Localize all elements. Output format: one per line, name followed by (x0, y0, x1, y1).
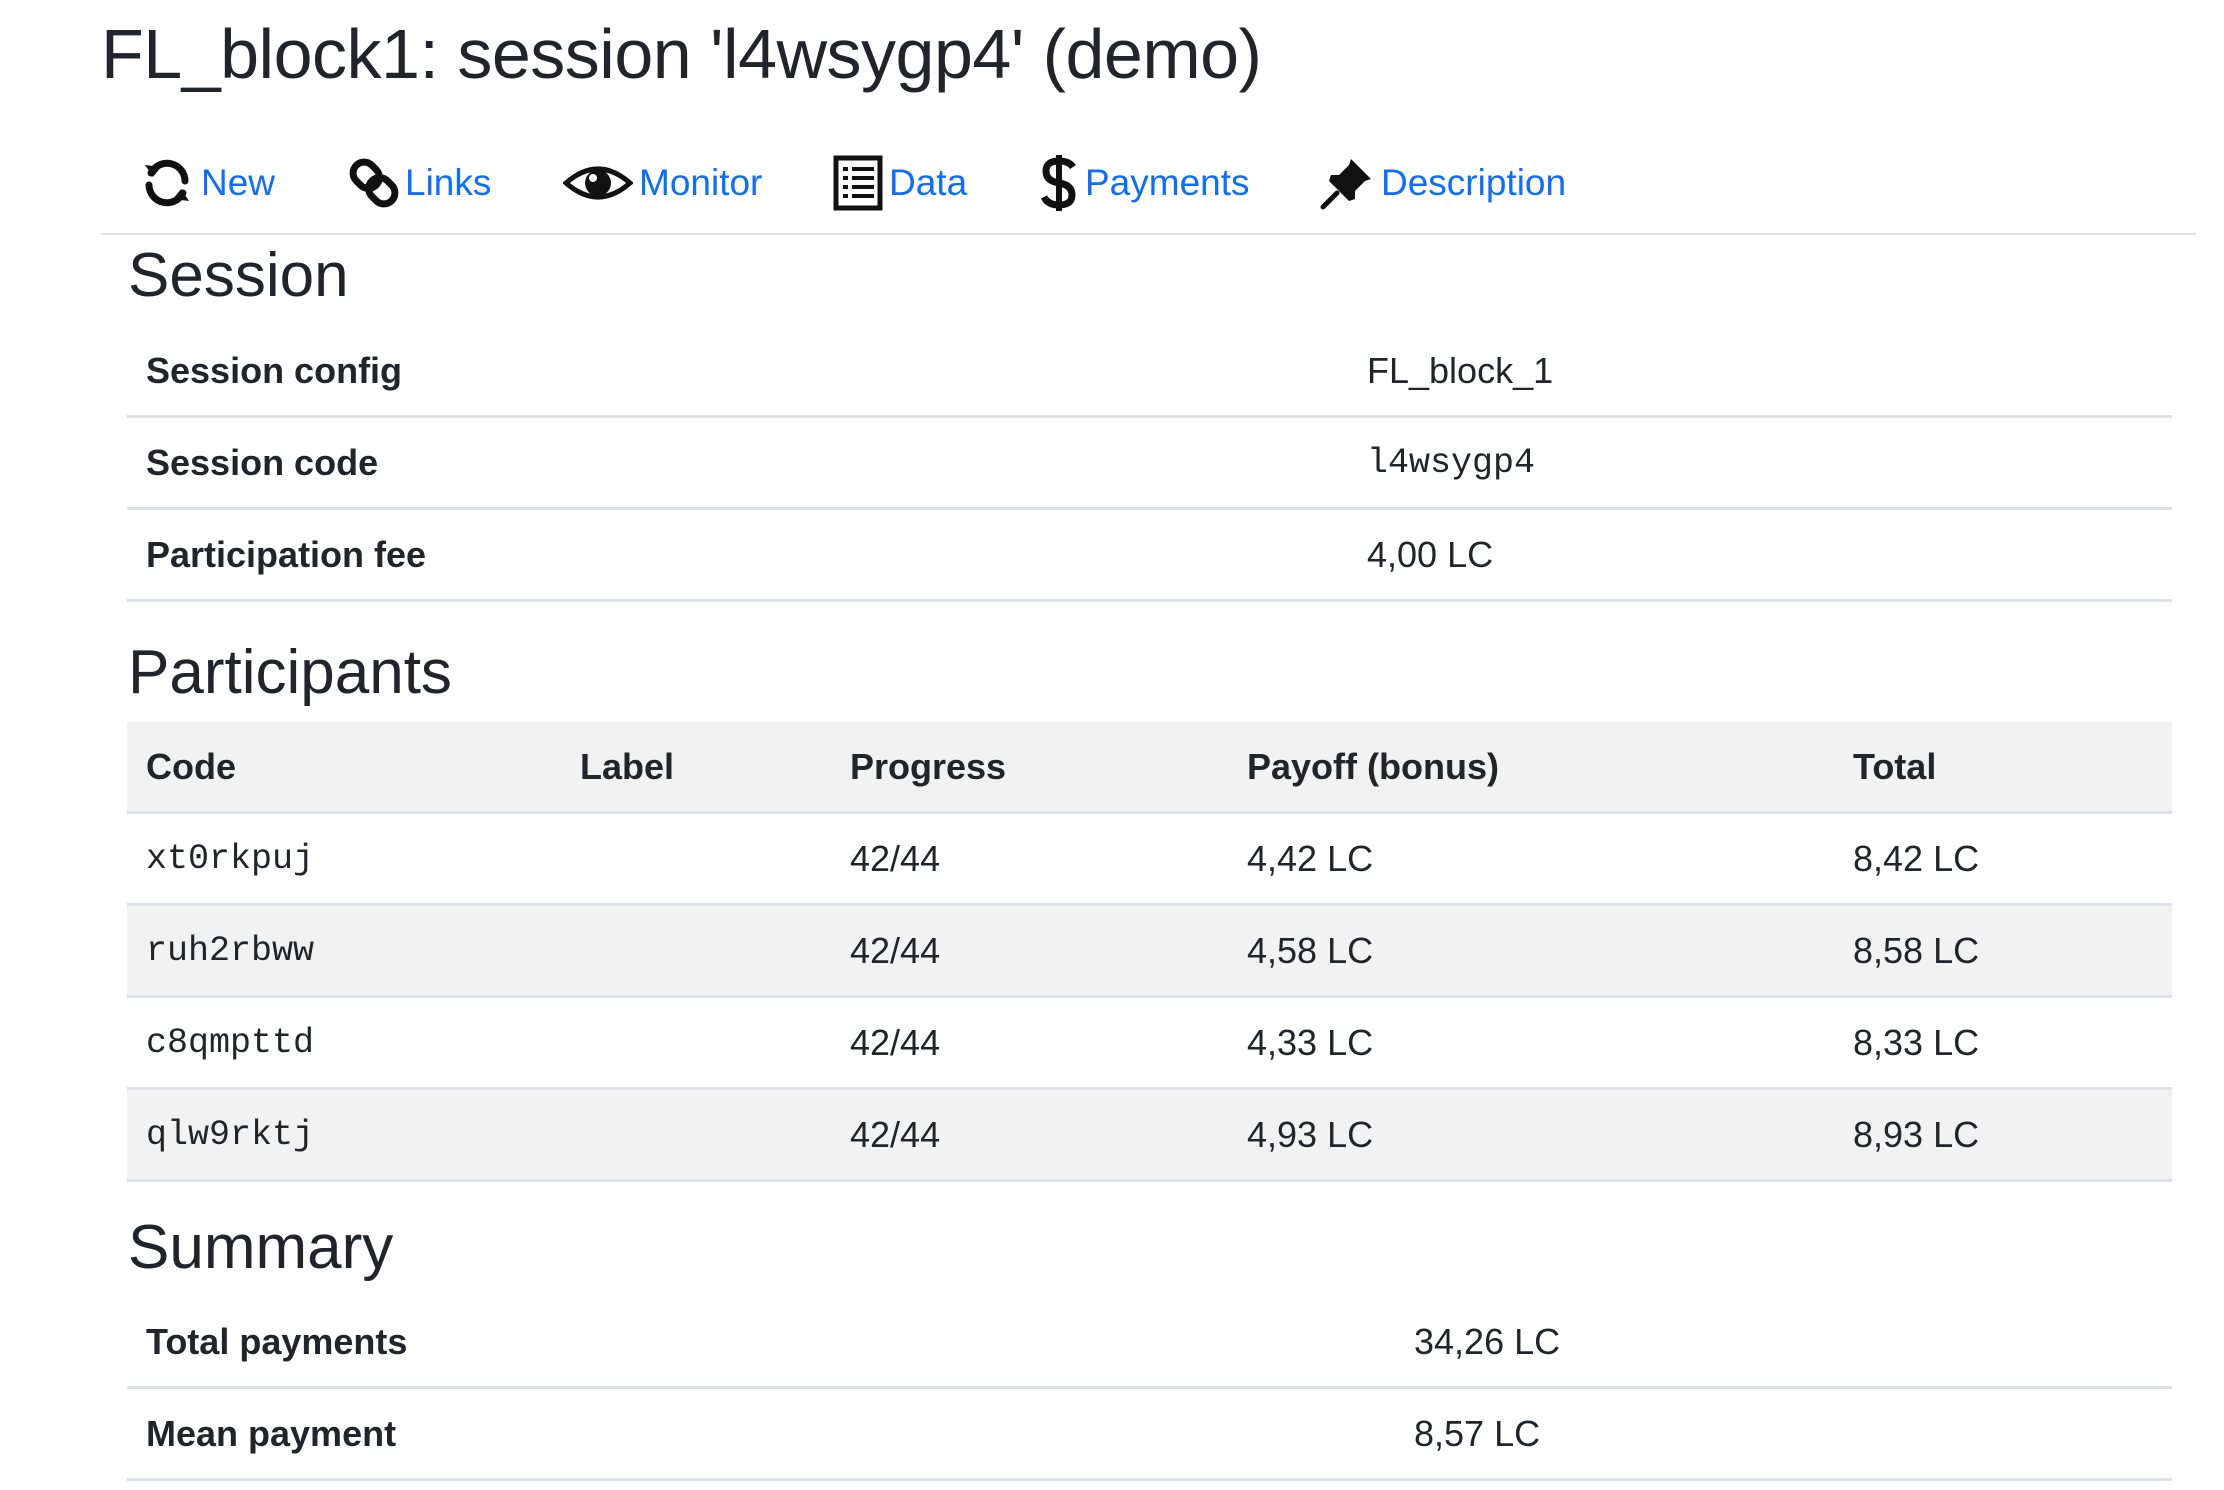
participant-progress: 42/44 (831, 904, 1228, 998)
total-payments-value: 34,26 LC (1395, 1297, 2172, 1389)
participant-progress: 42/44 (831, 996, 1228, 1090)
col-label: Label (561, 722, 831, 814)
nav-monitor-label: Monitor (639, 162, 763, 203)
participant-total: 8,42 LC (1834, 812, 2172, 906)
participant-label (561, 1088, 831, 1182)
nav-description[interactable]: Description (1319, 153, 1566, 213)
session-nav-tabs: New Links Monitor Data Payments Descript… (101, 145, 2196, 235)
mean-payment-row: Mean payment 8,57 LC (127, 1387, 2172, 1481)
participant-label (561, 996, 831, 1090)
participant-payoff: 4,93 LC (1228, 1088, 1834, 1182)
nav-data-label: Data (889, 162, 968, 203)
dollar-icon (1039, 153, 1079, 213)
participant-code: xt0rkpuj (127, 812, 561, 906)
mean-payment-value: 8,57 LC (1395, 1387, 2172, 1481)
nav-description-label: Description (1381, 162, 1567, 203)
summary-table: Total payments 34,26 LC Mean payment 8,5… (127, 1297, 2172, 1481)
nav-links[interactable]: Links (349, 153, 491, 213)
session-config-label: Session config (127, 326, 1348, 418)
nav-monitor[interactable]: Monitor (563, 153, 762, 213)
participation-fee-label: Participation fee (127, 508, 1348, 602)
participant-progress: 42/44 (831, 1088, 1228, 1182)
session-code-label: Session code (127, 416, 1348, 510)
nav-payments-label: Payments (1085, 162, 1250, 203)
session-table: Session config FL_block_1 Session code l… (127, 326, 2172, 602)
refresh-icon (139, 155, 195, 211)
total-payments-row: Total payments 34,26 LC (127, 1297, 2172, 1389)
participants-table: Code Label Progress Payoff (bonus) Total… (127, 722, 2172, 1182)
eye-icon (563, 161, 633, 205)
participant-total: 8,93 LC (1834, 1088, 2172, 1182)
nav-payments[interactable]: Payments (1039, 153, 1250, 213)
nav-new[interactable]: New (139, 153, 275, 213)
participant-label (561, 904, 831, 998)
total-payments-label: Total payments (127, 1297, 1395, 1389)
session-code-row: Session code l4wsygp4 (127, 416, 2172, 510)
table-row: c8qmpttd 42/44 4,33 LC 8,33 LC (127, 996, 2172, 1090)
participant-total: 8,33 LC (1834, 996, 2172, 1090)
participant-label (561, 812, 831, 906)
nav-data[interactable]: Data (833, 153, 967, 213)
table-row: qlw9rktj 42/44 4,93 LC 8,93 LC (127, 1088, 2172, 1182)
session-code-value: l4wsygp4 (1348, 416, 2172, 510)
link-icon (349, 154, 399, 212)
col-total: Total (1834, 722, 2172, 814)
participant-payoff: 4,42 LC (1228, 812, 1834, 906)
pushpin-icon (1319, 155, 1375, 211)
page-title: FL_block1: session 'l4wsygp4' (demo) (101, 15, 1262, 93)
participant-progress: 42/44 (831, 812, 1228, 906)
participation-fee-row: Participation fee 4,00 LC (127, 508, 2172, 602)
nav-new-label: New (201, 162, 276, 203)
summary-heading: Summary (128, 1213, 394, 1282)
table-row: xt0rkpuj 42/44 4,42 LC 8,42 LC (127, 812, 2172, 906)
mean-payment-label: Mean payment (127, 1387, 1395, 1481)
participants-header-row: Code Label Progress Payoff (bonus) Total (127, 722, 2172, 814)
list-icon (833, 155, 883, 211)
participant-code: qlw9rktj (127, 1088, 561, 1182)
col-progress: Progress (831, 722, 1228, 814)
participation-fee-value: 4,00 LC (1348, 508, 2172, 602)
col-payoff: Payoff (bonus) (1228, 722, 1834, 814)
session-heading: Session (128, 241, 349, 310)
participant-code: c8qmpttd (127, 996, 561, 1090)
participants-heading: Participants (128, 638, 452, 707)
nav-links-label: Links (405, 162, 492, 203)
participant-payoff: 4,58 LC (1228, 904, 1834, 998)
participant-payoff: 4,33 LC (1228, 996, 1834, 1090)
table-row: ruh2rbww 42/44 4,58 LC 8,58 LC (127, 904, 2172, 998)
session-config-row: Session config FL_block_1 (127, 326, 2172, 418)
col-code: Code (127, 722, 561, 814)
session-page: FL_block1: session 'l4wsygp4' (demo) New (0, 0, 2224, 1490)
participant-total: 8,58 LC (1834, 904, 2172, 998)
participant-code: ruh2rbww (127, 904, 561, 998)
session-config-value: FL_block_1 (1348, 326, 2172, 418)
